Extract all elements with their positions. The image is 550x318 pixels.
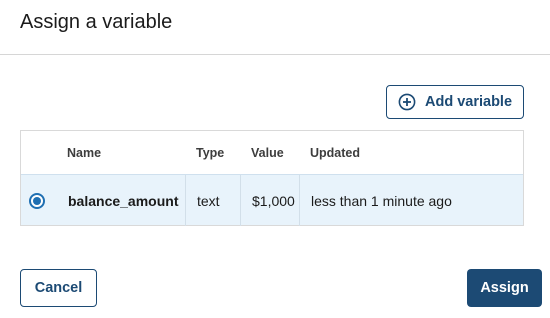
table-header: Name Type Value Updated bbox=[21, 131, 523, 174]
column-header-type: Type bbox=[196, 146, 225, 160]
column-header-updated: Updated bbox=[310, 146, 360, 160]
variable-value: $1,000 bbox=[252, 192, 295, 209]
assign-variable-dialog: Assign a variable Add variable Name Type… bbox=[0, 0, 550, 318]
dialog-title: Assign a variable bbox=[20, 11, 173, 33]
column-header-name: Name bbox=[67, 146, 102, 160]
row-radio-button[interactable] bbox=[29, 192, 45, 209]
variable-updated: less than 1 minute ago bbox=[311, 192, 452, 209]
variable-name: balance_amount bbox=[68, 192, 179, 209]
row-value-cell: $1,000 bbox=[241, 175, 300, 226]
radio-selected-dot bbox=[33, 196, 41, 205]
dialog-header: Assign a variable bbox=[0, 0, 550, 55]
row-type-cell: text bbox=[186, 175, 241, 226]
add-variable-label: Add variable bbox=[424, 94, 513, 110]
assign-button[interactable]: Assign bbox=[467, 269, 542, 307]
add-variable-button[interactable]: Add variable bbox=[386, 85, 524, 119]
cancel-button[interactable]: Cancel bbox=[20, 269, 97, 307]
row-select-cell[interactable] bbox=[21, 175, 53, 226]
plus-circle-icon bbox=[398, 93, 416, 111]
variable-type: text bbox=[197, 192, 220, 209]
variables-table: Name Type Value Updated balance_amount t… bbox=[20, 130, 524, 226]
table-row[interactable]: balance_amount text $1,000 less than 1 m… bbox=[21, 174, 523, 226]
row-name-cell: balance_amount bbox=[53, 175, 186, 226]
row-updated-cell: less than 1 minute ago bbox=[300, 175, 523, 226]
column-header-value: Value bbox=[251, 146, 284, 160]
